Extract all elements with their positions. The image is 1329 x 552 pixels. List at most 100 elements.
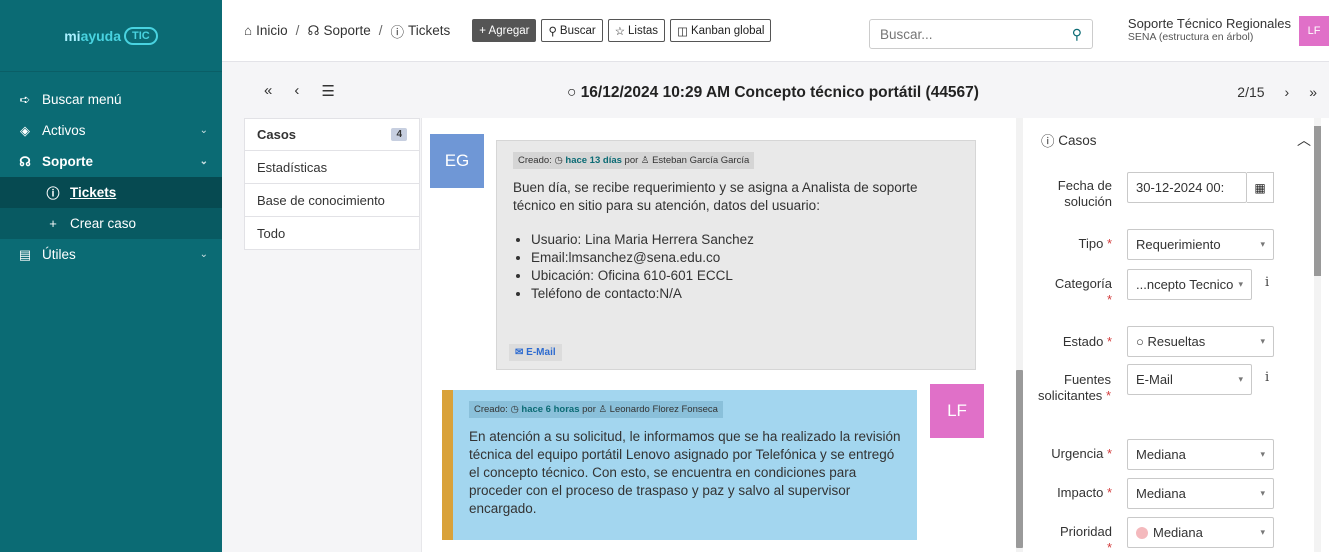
kanban-button-label: Kanban global — [690, 24, 765, 37]
sidebar-item-label: Útiles — [42, 247, 76, 262]
sidebar: mi ayuda TIC ➪ Buscar menú ◈ Activos ⌄ ☊… — [0, 0, 222, 552]
count-badge: 4 — [391, 128, 407, 141]
list-item: Usuario: Lina Maria Herrera Sanchez — [531, 231, 959, 249]
impacto-select[interactable]: Mediana ▾ — [1127, 478, 1274, 509]
logo-bar: mi ayuda TIC — [0, 0, 222, 72]
logo-ayuda: ayuda — [80, 27, 122, 44]
clock-icon: ◷ — [554, 155, 563, 166]
chevron-up-icon[interactable]: ︿ — [1297, 130, 1311, 150]
scroll-thumb[interactable] — [1314, 126, 1321, 276]
fuentes-select[interactable]: E-Mail ▾ — [1127, 364, 1252, 395]
panel-header[interactable]: ⓘ Casos ︿ — [1023, 118, 1329, 162]
info-icon[interactable]: i — [1265, 275, 1269, 290]
field-value: 30-12-2024 00: — [1136, 180, 1225, 195]
field-urgencia: Urgencia * Mediana ▾ — [1023, 439, 1313, 470]
categoria-select[interactable]: ...ncepto Tecnico ▾ — [1127, 269, 1252, 300]
circle-status-icon: ○ — [1136, 334, 1148, 349]
ticket-nav-left: « ‹ ☰ — [264, 82, 335, 100]
search-icon[interactable]: ⚲ — [1072, 26, 1082, 43]
exclamation-circle-icon: ⓘ — [390, 24, 405, 40]
tab-estadisticas[interactable]: Estadísticas — [244, 151, 420, 184]
panel-scrollbar[interactable] — [1314, 118, 1321, 552]
source-badge: ✉ E-Mail — [509, 344, 562, 361]
info-icon[interactable]: i — [1265, 370, 1269, 385]
message-author[interactable]: Leonardo Florez Fonseca — [610, 404, 718, 415]
caret-down-icon: ▾ — [1238, 374, 1243, 384]
columns-icon: ◫ — [677, 25, 688, 38]
search-button[interactable]: ⚲ Buscar — [541, 19, 603, 42]
top-header: ⌂ Inicio / ☊ Soporte / ⓘ Tickets + Agreg… — [222, 0, 1329, 62]
chevron-down-icon: ⌄ — [199, 156, 208, 167]
chevron-down-icon: ⌄ — [199, 125, 208, 136]
field-label-text: Urgencia — [1051, 446, 1104, 461]
required-mark: * — [1106, 334, 1112, 349]
logo[interactable]: mi ayuda TIC — [64, 26, 158, 45]
user-name: Soporte Técnico Regionales — [1127, 16, 1291, 31]
urgencia-select[interactable]: Mediana ▾ — [1127, 439, 1274, 470]
sign-in-icon: ➪ — [19, 91, 31, 107]
caret-down-icon: ▾ — [1260, 449, 1265, 459]
sidebar-item-utiles[interactable]: ▤ Útiles ⌄ — [0, 239, 222, 270]
followup-message: Creado: ◷ hace 13 días por ♙ Esteban Gar… — [496, 140, 976, 370]
field-label-text: Fuentes solicitantes — [1038, 372, 1111, 403]
message-author[interactable]: Esteban García García — [652, 155, 749, 166]
logo-tic: TIC — [124, 26, 158, 45]
message-time: hace 6 horas — [521, 404, 580, 415]
message-body: En atención a su solicitud, le informamo… — [469, 429, 901, 516]
message-text: Buen día, se recibe requerimiento y se a… — [513, 180, 918, 213]
prioridad-select[interactable]: Mediana ▾ — [1127, 517, 1274, 548]
timeline-scrollbar[interactable] — [1016, 118, 1023, 552]
ticket-title-text: 16/12/2024 10:29 AM Concepto técnico por… — [580, 84, 979, 101]
double-chevron-left-icon[interactable]: « — [264, 82, 272, 100]
breadcrumb-separator: / — [295, 23, 300, 38]
list-icon[interactable]: ☰ — [321, 82, 334, 100]
chevron-right-icon[interactable]: › — [1285, 84, 1290, 100]
search-input[interactable] — [880, 26, 1072, 42]
kanban-button[interactable]: ◫ Kanban global — [670, 19, 772, 42]
tab-label: Estadísticas — [257, 159, 328, 175]
tipo-select[interactable]: Requerimiento ▾ — [1127, 229, 1274, 260]
avatar[interactable]: LF — [1299, 16, 1329, 46]
sidebar-item-tickets[interactable]: ⓘ Tickets — [0, 177, 222, 208]
chevron-left-icon[interactable]: ‹ — [294, 82, 299, 100]
breadcrumb-tickets[interactable]: Tickets — [408, 23, 450, 38]
calendar-icon[interactable]: ▦ — [1247, 172, 1274, 203]
cube-icon: ◈ — [20, 122, 30, 138]
breadcrumb-inicio[interactable]: Inicio — [256, 23, 288, 38]
sidebar-item-crear-caso[interactable]: + Crear caso — [0, 208, 222, 239]
field-value: Resueltas — [1147, 334, 1206, 349]
envelope-icon: ✉ — [515, 347, 524, 358]
ticket-tabs: Casos 4 Estadísticas Base de conocimient… — [244, 118, 420, 250]
by-label: por — [582, 404, 596, 415]
user-menu[interactable]: Soporte Técnico Regionales SENA (estruct… — [1128, 16, 1329, 46]
scroll-thumb[interactable] — [1016, 370, 1023, 548]
tab-todo[interactable]: Todo — [244, 217, 420, 250]
caret-down-icon: ▾ — [1260, 239, 1265, 249]
estado-select[interactable]: ○ Resueltas ▾ — [1127, 326, 1274, 357]
user-icon: ♙ — [598, 404, 608, 415]
breadcrumb-separator: / — [378, 23, 383, 38]
chevron-down-icon: ⌄ — [199, 249, 208, 260]
ticket-fields-panel: ⓘ Casos ︿ Fecha de solución 30-12-2024 0… — [1023, 118, 1329, 552]
field-label-text: Tipo — [1078, 236, 1104, 251]
field-label: Urgencia * — [1023, 446, 1120, 462]
double-chevron-right-icon[interactable]: » — [1309, 84, 1317, 100]
fecha-solucion-input[interactable]: 30-12-2024 00: — [1127, 172, 1247, 203]
sidebar-item-buscar-menu[interactable]: ➪ Buscar menú — [0, 84, 222, 115]
search-button-label: Buscar — [559, 24, 596, 37]
add-button[interactable]: + Agregar — [472, 19, 537, 42]
sidebar-item-activos[interactable]: ◈ Activos ⌄ — [0, 115, 222, 146]
avatar: LF — [930, 384, 984, 438]
sidebar-item-label: Buscar menú — [42, 92, 122, 107]
required-mark: * — [1106, 292, 1112, 307]
field-estado: Estado * ○ Resueltas ▾ — [1023, 326, 1313, 357]
list-item: Ubicación: Oficina 610-601 ECCL — [531, 267, 959, 285]
field-label: Fuentes solicitantes * — [1023, 372, 1119, 404]
breadcrumb-soporte[interactable]: Soporte — [323, 23, 370, 38]
sidebar-item-soporte[interactable]: ☊ Soporte ⌄ — [0, 146, 222, 177]
sidebar-item-label: Tickets — [70, 185, 117, 200]
tab-casos[interactable]: Casos 4 — [244, 118, 420, 151]
list-item: Teléfono de contacto:N/A — [531, 285, 959, 303]
tab-base-conocimiento[interactable]: Base de conocimiento — [244, 184, 420, 217]
lists-button[interactable]: ☆ Listas — [607, 19, 666, 42]
